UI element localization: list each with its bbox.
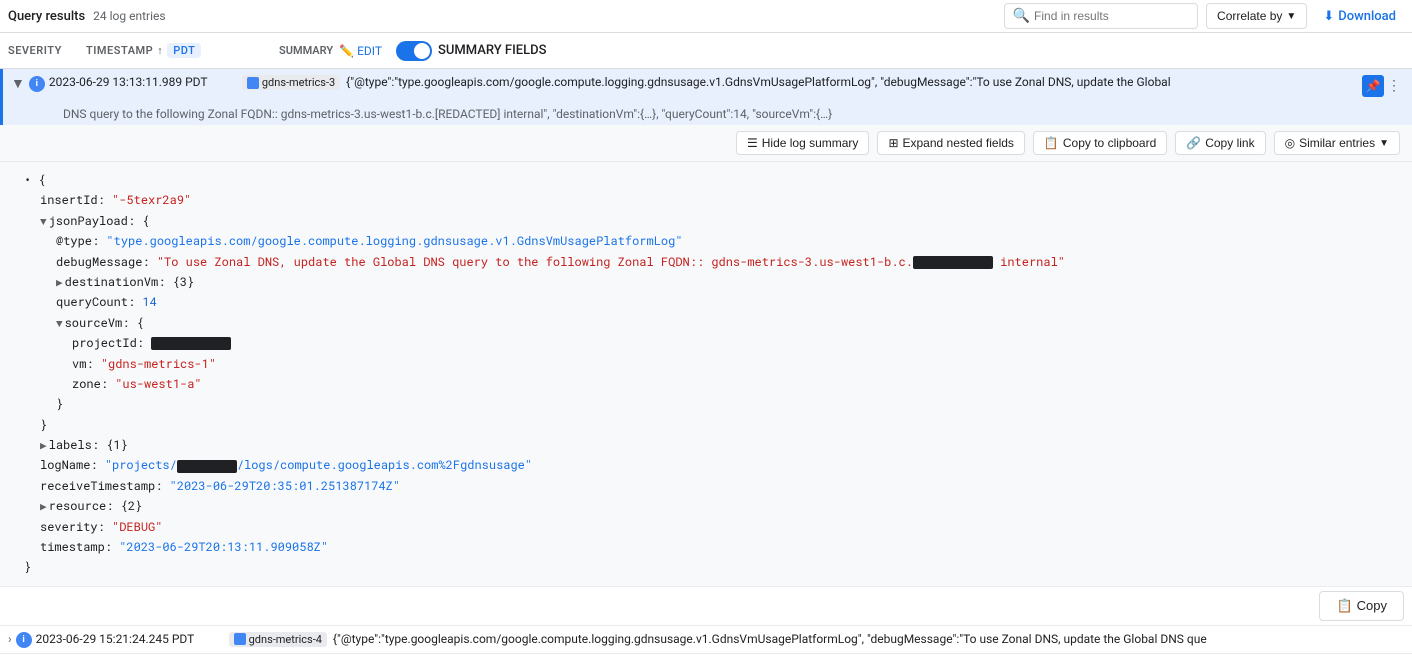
correlate-label: Correlate by <box>1217 9 1282 23</box>
json-labels-arrow[interactable]: ▶ <box>40 437 47 452</box>
copy-label: Copy <box>1357 598 1387 613</box>
expand-nested-icon: ⊞ <box>888 136 898 150</box>
expand-nested-label: Expand nested fields <box>903 136 1014 150</box>
chevron-down-icon: ▼ <box>1286 11 1296 22</box>
json-root-open: • { <box>24 170 1396 190</box>
top-bar-right: 🔍 Correlate by ▼ ⬇ Download <box>1004 3 1404 29</box>
expanded-source-label: gdns-metrics-3 <box>262 76 335 89</box>
top-bar-left: Query results 24 log entries <box>8 9 996 24</box>
correlate-button[interactable]: Correlate by ▼ <box>1206 3 1307 29</box>
json-debugMessage: debugMessage: "To use Zonal DNS, update … <box>24 252 1396 272</box>
similar-entries-icon: ◎ <box>1285 136 1295 150</box>
json-sourceVm-open: ▼sourceVm: { <box>24 313 1396 333</box>
collapsed-entries-list: › i 2023-06-29 15:21:24.245 PDT gdns-met… <box>0 626 1412 658</box>
severity-column-header[interactable]: SEVERITY <box>8 44 78 57</box>
copy-link-button[interactable]: 🔗 Copy link <box>1175 131 1265 155</box>
hide-log-summary-icon: ☰ <box>747 136 758 150</box>
json-severity: severity: "DEBUG" <box>24 517 1396 537</box>
expanded-entry-header[interactable]: ▼ i 2023-06-29 13:13:11.989 PDT gdns-met… <box>0 69 1412 105</box>
find-in-results-container: 🔍 <box>1004 3 1198 29</box>
copy-to-clipboard-button[interactable]: 📋 Copy to clipboard <box>1033 131 1167 155</box>
expand-chevron-icon: › <box>8 632 12 646</box>
entry-source-tag: gdns-metrics-4 <box>229 632 327 647</box>
json-attype: @type: "type.googleapis.com/google.compu… <box>24 231 1396 251</box>
download-button[interactable]: ⬇ Download <box>1315 5 1404 28</box>
entry-timestamp: 2023-06-29 15:21:24.245 PDT <box>36 632 221 646</box>
json-queryCount: queryCount: 14 <box>24 292 1396 312</box>
json-sourceVm-close: } <box>24 394 1396 414</box>
json-projectId: projectId: <box>24 333 1396 353</box>
top-bar: Query results 24 log entries 🔍 Correlate… <box>0 0 1412 33</box>
json-sourceVm-arrow[interactable]: ▼ <box>56 315 63 330</box>
json-timestamp: timestamp: "2023-06-29T20:13:11.909058Z" <box>24 537 1396 557</box>
log-entry-row[interactable]: › i 2023-06-29 15:21:24.245 PDT gdns-met… <box>0 654 1412 658</box>
severity-icon: i <box>16 632 32 648</box>
similar-entries-label: Similar entries <box>1299 136 1375 150</box>
expanded-source-tag: gdns-metrics-3 <box>242 75 340 90</box>
pin-button[interactable]: 📌 <box>1362 75 1384 97</box>
expanded-summary-text: {"@type":"type.googleapis.com/google.com… <box>346 75 1358 89</box>
second-bar: SEVERITY TIMESTAMP ↑ PDT SUMMARY ✏️ EDIT… <box>0 33 1412 69</box>
expand-nested-fields-button[interactable]: ⊞ Expand nested fields <box>877 131 1024 155</box>
copy-link-label: Copy link <box>1205 136 1254 150</box>
edit-button[interactable]: ✏️ EDIT <box>339 44 382 58</box>
entry-source-label: gdns-metrics-4 <box>249 633 322 646</box>
json-labels: ▶labels: {1} <box>24 435 1396 455</box>
json-jsonPayload-open: ▼jsonPayload: { <box>24 211 1396 231</box>
find-in-results-input[interactable] <box>1034 9 1189 23</box>
summary-fields-label: Summary fields <box>438 43 546 58</box>
sort-arrow-icon: ↑ <box>157 44 163 57</box>
search-icon: 🔍 <box>1013 8 1030 24</box>
download-label: Download <box>1338 9 1396 24</box>
json-payload-arrow[interactable]: ▼ <box>40 213 47 228</box>
json-insertId: insertId: "-5texr2a9" <box>24 190 1396 210</box>
edit-icon: ✏️ <box>339 44 354 58</box>
expanded-actions-bar: ☰ Hide log summary ⊞ Expand nested field… <box>0 125 1412 162</box>
copy-to-clipboard-label: Copy to clipboard <box>1063 136 1156 150</box>
json-jsonPayload-close: } <box>24 415 1396 435</box>
expanded-summary-line2: DNS query to the following Zonal FQDN:: … <box>63 107 832 121</box>
download-icon: ⬇ <box>1323 9 1334 24</box>
timestamp-column-header[interactable]: TIMESTAMP ↑ PDT <box>86 43 271 58</box>
expanded-entry-header-line2: DNS query to the following Zonal FQDN:: … <box>0 105 1412 125</box>
summary-fields-toggle: Summary fields <box>396 41 546 61</box>
log-area: ▼ i 2023-06-29 13:13:11.989 PDT gdns-met… <box>0 69 1412 658</box>
json-zone: zone: "us-west1-a" <box>24 374 1396 394</box>
json-vm: vm: "gdns-metrics-1" <box>24 354 1396 374</box>
summary-column-header: SUMMARY ✏️ EDIT Summary fields <box>279 41 547 61</box>
similar-entries-button[interactable]: ◎ Similar entries ▼ <box>1274 131 1400 155</box>
pdt-badge[interactable]: PDT <box>167 43 201 58</box>
json-resource-arrow[interactable]: ▶ <box>40 498 47 513</box>
json-root-close: } <box>24 557 1396 577</box>
expanded-log-entry: ▼ i 2023-06-29 13:13:11.989 PDT gdns-met… <box>0 69 1412 587</box>
copy-toolbar: 📋 Copy <box>0 587 1412 626</box>
copy-link-icon: 🔗 <box>1186 136 1201 150</box>
source-tag-icon <box>247 77 259 89</box>
query-results-label: Query results <box>8 9 85 24</box>
json-destinationVm-arrow[interactable]: ▶ <box>56 274 63 289</box>
summary-fields-switch[interactable] <box>396 41 432 61</box>
copy-icon: 📋 <box>1336 598 1352 614</box>
copy-clipboard-icon: 📋 <box>1044 136 1059 150</box>
hide-log-summary-label: Hide log summary <box>762 136 859 150</box>
more-options-button[interactable]: ⋮ <box>1384 75 1404 97</box>
log-entry-row[interactable]: › i 2023-06-29 15:21:24.245 PDT gdns-met… <box>0 626 1412 654</box>
log-entries-badge: 24 log entries <box>93 9 165 23</box>
copy-button[interactable]: 📋 Copy <box>1319 591 1404 621</box>
json-logName: logName: "projects//logs/compute.googlea… <box>24 455 1396 475</box>
severity-icon: i <box>29 76 45 92</box>
collapse-chevron-icon[interactable]: ▼ <box>11 75 25 92</box>
json-content: • { insertId: "-5texr2a9" ▼jsonPayload: … <box>0 162 1412 586</box>
json-receiveTimestamp: receiveTimestamp: "2023-06-29T20:35:01.2… <box>24 476 1396 496</box>
json-resource: ▶resource: {2} <box>24 496 1396 516</box>
source-tag-icon <box>234 633 246 645</box>
entry-summary-text: {"@type":"type.googleapis.com/google.com… <box>333 632 1404 646</box>
json-destinationVm: ▶destinationVm: {3} <box>24 272 1396 292</box>
similar-entries-chevron-icon: ▼ <box>1379 138 1389 149</box>
hide-log-summary-button[interactable]: ☰ Hide log summary <box>736 131 869 155</box>
expanded-timestamp: 2023-06-29 13:13:11.989 PDT <box>49 75 234 89</box>
